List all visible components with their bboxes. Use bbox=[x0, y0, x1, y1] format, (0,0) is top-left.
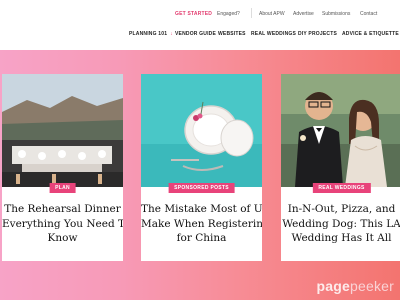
utility-divider bbox=[251, 8, 252, 18]
article-title-line: The Rehearsal Dinner bbox=[4, 203, 121, 215]
featured-hero: PLAN The Rehearsal Dinner Everything You… bbox=[0, 50, 400, 300]
contact-link[interactable]: Contact bbox=[360, 11, 377, 17]
advertise-link[interactable]: Advertise bbox=[293, 11, 314, 17]
submissions-link[interactable]: Submissions bbox=[322, 11, 350, 17]
about-apw-link[interactable]: About APW bbox=[259, 11, 285, 17]
chevron-down-icon: ↓ bbox=[170, 31, 173, 37]
article-title[interactable]: In-N-Out, Pizza, and Wedding Dog: This L… bbox=[281, 202, 400, 246]
pagepeeker-watermark: pagepeeker bbox=[317, 278, 395, 294]
nav-planning-101[interactable]: PLANNING 101 ↓ bbox=[129, 31, 173, 37]
nav-vendor-guide[interactable]: VENDOR GUIDE bbox=[175, 31, 216, 37]
article-photo-china-plates bbox=[141, 74, 262, 187]
nav-advice-etiquette[interactable]: ADVICE & ETIQUETTE bbox=[342, 31, 399, 37]
article-title[interactable]: The Mistake Most of U Make When Register… bbox=[141, 202, 262, 246]
main-nav: PLANNING 101 ↓ VENDOR GUIDE WEBSITES REAL… bbox=[0, 24, 400, 46]
article-card-rehearsal-dinner[interactable]: PLAN The Rehearsal Dinner Everything You… bbox=[2, 74, 123, 261]
get-started-link[interactable]: GET STARTED bbox=[175, 11, 212, 17]
nav-diy-projects[interactable]: DIY PROJECTS bbox=[298, 31, 337, 37]
article-photo-rehearsal-dinner bbox=[2, 74, 123, 187]
nav-websites[interactable]: WEBSITES bbox=[218, 31, 246, 37]
article-photo-couple bbox=[281, 74, 400, 187]
article-title-line: Everything You Need T bbox=[2, 217, 123, 230]
utility-bar: GET STARTED Engaged? About APW Advertise… bbox=[0, 0, 400, 24]
category-badge[interactable]: SPONSORED POSTS bbox=[168, 183, 235, 193]
article-title-line: Make When Registerin bbox=[141, 217, 262, 230]
article-title-line: for China bbox=[176, 232, 227, 244]
article-card-in-n-out-wedding[interactable]: REAL WEDDINGS In-N-Out, Pizza, and Weddi… bbox=[281, 74, 400, 261]
article-title-line: Wedding Has It All bbox=[291, 232, 392, 244]
watermark-text-light: peeker bbox=[349, 278, 394, 294]
article-title-line: The Mistake Most of U bbox=[141, 203, 262, 215]
category-badge[interactable]: PLAN bbox=[49, 183, 76, 193]
engaged-link[interactable]: Engaged? bbox=[217, 11, 240, 17]
article-title-line: Know bbox=[47, 232, 78, 244]
article-title[interactable]: The Rehearsal Dinner Everything You Need… bbox=[2, 202, 123, 246]
article-title-line: In-N-Out, Pizza, and bbox=[287, 203, 396, 215]
watermark-text-main: page bbox=[316, 278, 350, 294]
category-badge[interactable]: REAL WEDDINGS bbox=[312, 183, 371, 193]
nav-planning-101-label: PLANNING 101 bbox=[129, 31, 168, 37]
nav-real-weddings[interactable]: REAL WEDDINGS bbox=[251, 31, 296, 37]
article-card-registering-china[interactable]: SPONSORED POSTS The Mistake Most of U Ma… bbox=[141, 74, 262, 261]
article-title-line: Wedding Dog: This LA bbox=[282, 217, 400, 230]
